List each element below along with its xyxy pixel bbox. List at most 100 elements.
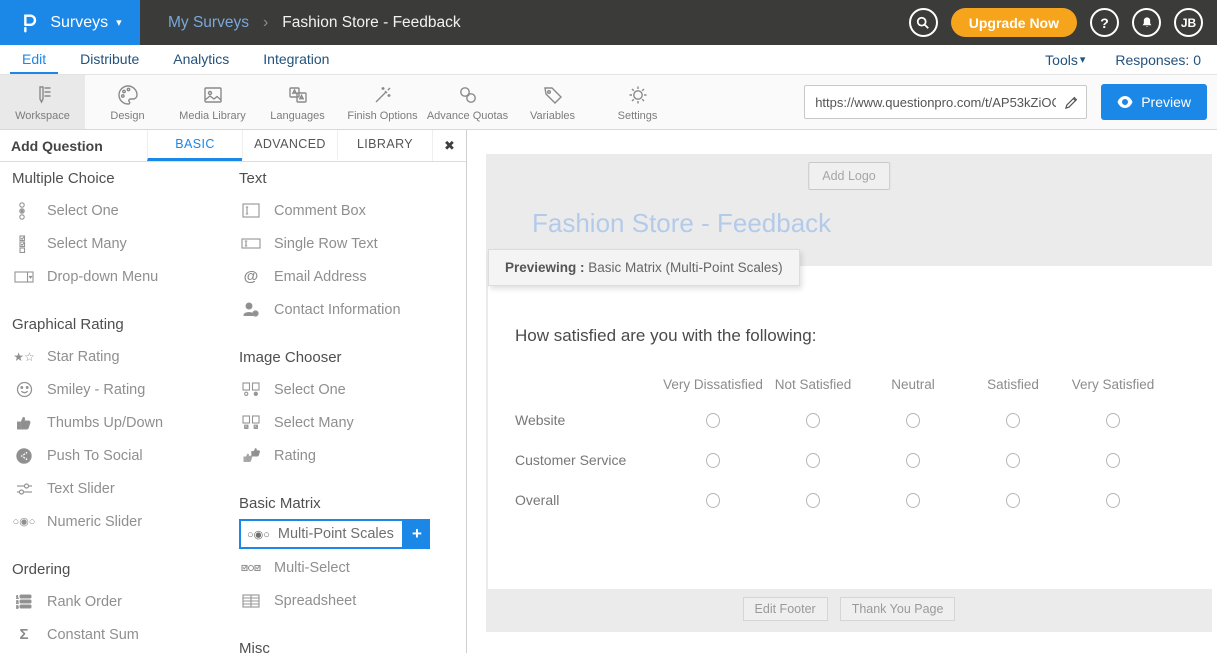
matrix-column-header: Very Dissatisfied bbox=[663, 368, 763, 400]
question-type-image-select-one[interactable]: Select One bbox=[239, 373, 466, 406]
matrix-radio[interactable] bbox=[806, 413, 820, 428]
question-type-single-row-text[interactable]: Single Row Text bbox=[239, 227, 466, 260]
contact-person-icon bbox=[239, 302, 263, 317]
preview-button[interactable]: Preview bbox=[1101, 84, 1207, 120]
matrix-radio[interactable] bbox=[1006, 493, 1020, 508]
question-type-constant-sum[interactable]: Σ Constant Sum bbox=[12, 618, 239, 651]
question-type-label: Rating bbox=[274, 448, 316, 464]
matrix-cell bbox=[963, 440, 1063, 480]
add-logo-button[interactable]: Add Logo bbox=[808, 162, 890, 190]
toolbar-languages[interactable]: Languages bbox=[255, 75, 340, 129]
matrix-radio[interactable] bbox=[806, 453, 820, 468]
image-icon bbox=[201, 83, 225, 107]
tab-advanced[interactable]: ADVANCED bbox=[242, 130, 337, 161]
matrix-radio[interactable] bbox=[1006, 413, 1020, 428]
question-type-star-rating[interactable]: ★☆ Star Rating bbox=[12, 340, 239, 373]
matrix-cell bbox=[663, 480, 763, 520]
eye-icon bbox=[1117, 96, 1133, 108]
notifications-button[interactable] bbox=[1132, 8, 1161, 37]
matrix-radio[interactable] bbox=[906, 453, 920, 468]
survey-title[interactable]: Fashion Store - Feedback bbox=[532, 208, 831, 239]
thank-you-page-button[interactable]: Thank You Page bbox=[840, 597, 956, 621]
checkbox-list-icon bbox=[12, 235, 36, 253]
section-ordering: Ordering 123 Rank Order Σ Constant Sum bbox=[12, 561, 239, 653]
chevron-down-icon: ▾ bbox=[116, 16, 122, 29]
matrix-cell bbox=[1063, 440, 1163, 480]
toolbar-media-library[interactable]: Media Library bbox=[170, 75, 255, 129]
selected-question-type-box[interactable]: ○◉○ Multi-Point Scales bbox=[239, 519, 404, 549]
tab-basic[interactable]: BASIC bbox=[147, 130, 242, 161]
toolbar-advance-quotas[interactable]: Advance Quotas bbox=[425, 75, 510, 129]
survey-url[interactable]: https://www.questionpro.com/t/AP53kZiOC bbox=[805, 95, 1056, 110]
matrix-radio[interactable] bbox=[906, 493, 920, 508]
question-type-multi-select[interactable]: Multi-Select bbox=[239, 551, 466, 584]
matrix-column-header: Very Satisfied bbox=[1063, 368, 1163, 400]
search-button[interactable] bbox=[909, 8, 938, 37]
question-type-comment-box[interactable]: Comment Box bbox=[239, 194, 466, 227]
tools-dropdown[interactable]: Tools ▾ bbox=[1045, 52, 1085, 68]
toolbar-design[interactable]: Design bbox=[85, 75, 170, 129]
question-type-select-one[interactable]: Select One bbox=[12, 194, 239, 227]
question-type-image-select-many[interactable]: Select Many bbox=[239, 406, 466, 439]
question-type-image-rating[interactable]: Rating bbox=[239, 439, 466, 472]
dropdown-icon bbox=[12, 270, 36, 284]
breadcrumb-my-surveys[interactable]: My Surveys bbox=[168, 14, 249, 32]
question-type-rank-order[interactable]: 123 Rank Order bbox=[12, 585, 239, 618]
matrix-cell bbox=[1063, 480, 1163, 520]
edit-url-button[interactable] bbox=[1056, 86, 1086, 118]
tab-analytics[interactable]: Analytics bbox=[161, 45, 241, 74]
section-misc: Misc bbox=[239, 640, 466, 653]
question-type-smiley-rating[interactable]: Smiley - Rating bbox=[12, 373, 239, 406]
edit-footer-button[interactable]: Edit Footer bbox=[743, 597, 828, 621]
matrix-radio[interactable] bbox=[1106, 413, 1120, 428]
question-type-numeric-slider[interactable]: ○◉○ Numeric Slider bbox=[12, 505, 239, 538]
tab-edit[interactable]: Edit bbox=[10, 45, 58, 74]
question-type-text-slider[interactable]: Text Slider bbox=[12, 472, 239, 505]
survey-url-field[interactable]: https://www.questionpro.com/t/AP53kZiOC bbox=[804, 85, 1087, 119]
add-question-type-button[interactable]: + bbox=[404, 519, 430, 549]
matrix-radio[interactable] bbox=[706, 493, 720, 508]
survey-preview-panel: Add Logo Fashion Store - Feedback Previe… bbox=[486, 154, 1212, 632]
matrix-corner bbox=[515, 368, 663, 400]
avatar[interactable]: JB bbox=[1174, 8, 1203, 37]
matrix-radio[interactable] bbox=[706, 413, 720, 428]
matrix-radio[interactable] bbox=[1106, 493, 1120, 508]
matrix-row-label: Customer Service bbox=[515, 440, 663, 480]
close-panel-button[interactable]: ✖ bbox=[432, 130, 466, 161]
question-type-multi-point-scales-selected[interactable]: ○◉○ Multi-Point Scales + bbox=[239, 519, 466, 549]
question-type-contact-information[interactable]: Contact Information bbox=[239, 293, 466, 326]
upgrade-now-button[interactable]: Upgrade Now bbox=[951, 8, 1077, 37]
tab-library[interactable]: LIBRARY bbox=[337, 130, 432, 161]
question-type-spreadsheet[interactable]: Spreadsheet bbox=[239, 584, 466, 617]
matrix-cell bbox=[863, 480, 963, 520]
question-type-drop-down-menu[interactable]: Drop-down Menu bbox=[12, 260, 239, 293]
toolbar-finish-options[interactable]: Finish Options bbox=[340, 75, 425, 129]
toolbar-variables[interactable]: Variables bbox=[510, 75, 595, 129]
toolbar-workspace[interactable]: Workspace bbox=[0, 75, 85, 129]
toolbar-settings[interactable]: Settings bbox=[595, 75, 680, 129]
navbar-right: Tools ▾ Responses: 0 bbox=[1045, 45, 1201, 74]
help-button[interactable]: ? bbox=[1090, 8, 1119, 37]
matrix-radio[interactable] bbox=[1106, 453, 1120, 468]
question-type-label: Comment Box bbox=[274, 203, 366, 219]
question-type-thumbs-up-down[interactable]: Thumbs Up/Down bbox=[12, 406, 239, 439]
question-column-2: Text Comment Box Single Row Text bbox=[239, 170, 466, 653]
matrix-radio[interactable] bbox=[1006, 453, 1020, 468]
plus-icon: + bbox=[412, 524, 422, 544]
matrix-radio[interactable] bbox=[706, 453, 720, 468]
tab-integration[interactable]: Integration bbox=[251, 45, 341, 74]
section-text: Text Comment Box Single Row Text bbox=[239, 170, 466, 326]
surveys-menu[interactable]: Surveys ▾ bbox=[0, 0, 140, 45]
section-heading: Text bbox=[239, 170, 466, 187]
section-heading: Ordering bbox=[12, 561, 239, 578]
question-type-select-many[interactable]: Select Many bbox=[12, 227, 239, 260]
matrix-radio[interactable] bbox=[806, 493, 820, 508]
question-type-cutoff[interactable]: Drag and Drop bbox=[12, 651, 239, 653]
matrix-column-header: Not Satisfied bbox=[763, 368, 863, 400]
matrix-radio[interactable] bbox=[906, 413, 920, 428]
matrix-cell bbox=[663, 400, 763, 440]
tab-distribute[interactable]: Distribute bbox=[68, 45, 151, 74]
question-type-push-to-social[interactable]: Push To Social bbox=[12, 439, 239, 472]
responses-count[interactable]: Responses: 0 bbox=[1115, 52, 1201, 68]
question-type-email-address[interactable]: @ Email Address bbox=[239, 260, 466, 293]
